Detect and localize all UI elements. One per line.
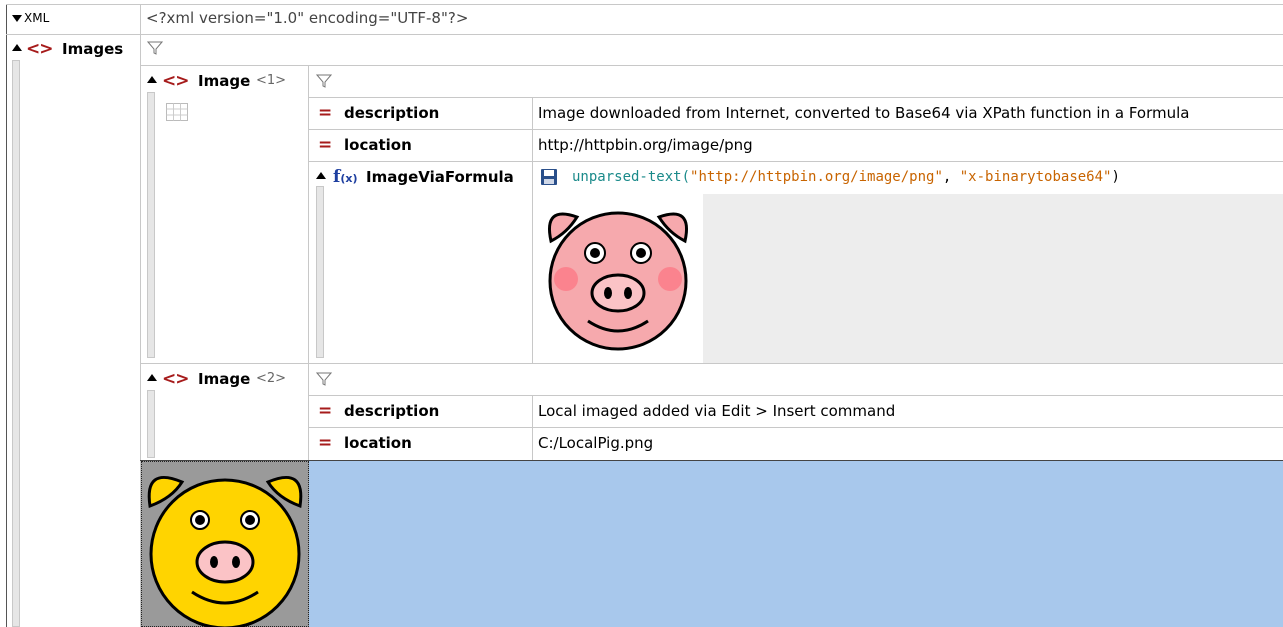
attribute-icon: = — [318, 401, 333, 421]
attribute-icon: = — [318, 433, 333, 453]
formula-arg: "http://httpbin.org/image/png" — [690, 169, 943, 185]
row-divider — [140, 65, 1283, 66]
attribute-name-location[interactable]: location — [344, 135, 412, 155]
attribute-value-description[interactable]: Local imaged added via Edit > Insert com… — [538, 401, 895, 421]
attribute-value-location[interactable]: C:/LocalPig.png — [538, 433, 653, 453]
table-view-icon[interactable] — [166, 103, 188, 121]
formula-expression[interactable]: unparsed-text("http://httpbin.org/image/… — [572, 167, 1120, 187]
element-icon: <> — [162, 369, 189, 389]
filter-icon[interactable] — [147, 41, 163, 55]
pink-pig-image[interactable] — [533, 193, 703, 363]
formula-name[interactable]: ImageViaFormula — [366, 167, 514, 187]
collapse-icon[interactable] — [147, 76, 157, 83]
row-divider — [308, 395, 1283, 396]
xml-label: XML — [24, 11, 50, 25]
element-name-images[interactable]: Images — [62, 39, 123, 59]
element-name-image[interactable]: Image — [198, 369, 250, 389]
row-divider — [6, 34, 1283, 35]
element-index: <1> — [256, 73, 287, 88]
element-icon: <> — [26, 39, 53, 59]
collapse-icon[interactable] — [316, 172, 326, 179]
element-scrollbar[interactable] — [12, 60, 20, 627]
formula-function: unparsed-text( — [572, 169, 691, 185]
collapse-icon[interactable] — [147, 374, 157, 381]
element-index: <2> — [256, 371, 287, 386]
attribute-icon: = — [318, 135, 333, 155]
filter-icon[interactable] — [316, 74, 332, 88]
formula-close: ) — [1111, 169, 1120, 185]
attribute-name-description[interactable]: description — [344, 103, 439, 123]
yellow-pig-image[interactable] — [142, 462, 308, 627]
element-scrollbar[interactable] — [147, 92, 155, 358]
image-preview-background — [702, 194, 1283, 363]
collapse-icon[interactable] — [12, 44, 22, 51]
row-divider — [308, 161, 1283, 162]
outer-border-top — [6, 4, 1283, 5]
attribute-name-location[interactable]: location — [344, 433, 412, 453]
element-scrollbar[interactable] — [147, 390, 155, 458]
formula-arg: "x-binarytobase64" — [959, 169, 1112, 185]
attribute-value-description[interactable]: Image downloaded from Internet, converte… — [538, 103, 1189, 123]
formula-separator: , — [942, 169, 960, 185]
filter-icon[interactable] — [316, 372, 332, 386]
selected-image-row[interactable] — [141, 461, 1283, 627]
attribute-name-description[interactable]: description — [344, 401, 439, 421]
row-divider — [308, 129, 1283, 130]
column-divider — [532, 395, 533, 463]
row-divider — [308, 97, 1283, 98]
attribute-icon: = — [318, 103, 333, 123]
outer-border-left — [6, 4, 7, 627]
element-name-image[interactable]: Image — [198, 71, 250, 91]
formula-icon: f(x) — [333, 167, 358, 187]
row-divider — [308, 427, 1283, 428]
attribute-value-location[interactable]: http://httpbin.org/image/png — [538, 135, 753, 155]
row-divider — [140, 363, 1283, 364]
save-icon[interactable] — [540, 168, 558, 186]
element-scrollbar[interactable] — [316, 186, 324, 358]
column-divider — [308, 65, 309, 463]
xml-declaration[interactable]: <?xml version="1.0" encoding="UTF-8"?> — [146, 8, 468, 28]
element-icon: <> — [162, 71, 189, 91]
collapse-icon[interactable] — [12, 15, 22, 22]
